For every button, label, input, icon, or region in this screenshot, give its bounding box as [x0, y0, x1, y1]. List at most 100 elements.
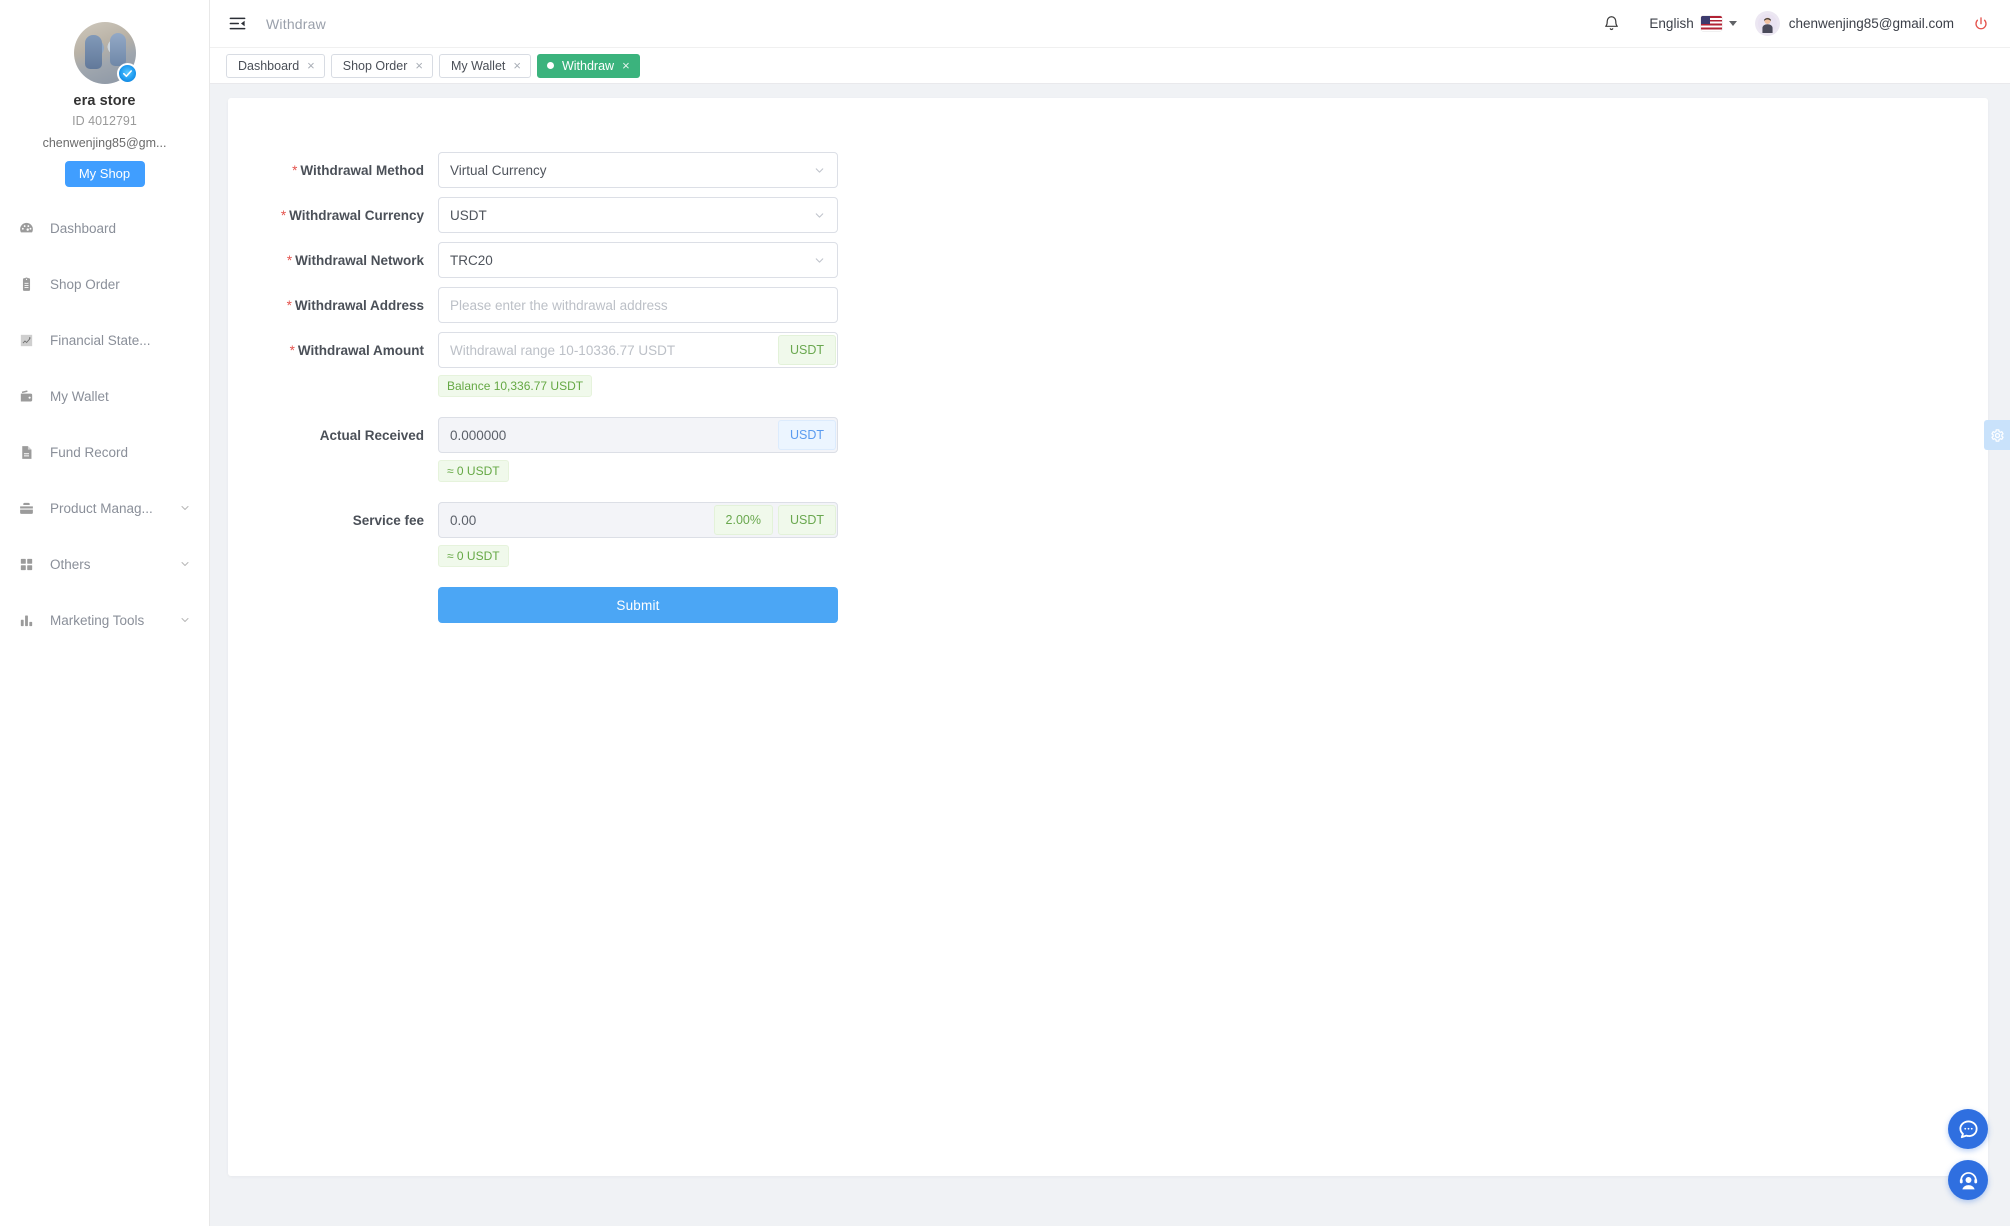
app-root: era store ID 4012791 chenwenjing85@gm...… [0, 0, 2010, 1226]
notification-bell-icon[interactable] [1595, 8, 1627, 40]
sidebar-item-shop-order[interactable]: Shop Order [0, 269, 209, 299]
row-withdrawal-address: *Withdrawal Address [228, 287, 1988, 323]
spacer [228, 397, 1988, 417]
spacer [228, 567, 1988, 587]
label-withdrawal-method: *Withdrawal Method [228, 152, 438, 180]
field-actual-received: 0.000000 USDT ≈ 0 USDT [438, 417, 838, 482]
withdrawal-amount-suffix: USDT [773, 333, 836, 367]
close-icon[interactable]: × [415, 59, 423, 72]
chat-bubble-button[interactable] [1948, 1109, 1988, 1149]
tab-shop-order[interactable]: Shop Order × [331, 54, 433, 78]
my-shop-button[interactable]: My Shop [65, 161, 145, 187]
label-submit-spacer [228, 587, 438, 597]
sidebar-item-financial-statement[interactable]: Financial State... [0, 325, 209, 355]
topbar: Withdraw English [210, 0, 2010, 48]
sidebar-item-marketing-tools[interactable]: Marketing Tools [0, 605, 209, 635]
sidebar-item-fund-record[interactable]: Fund Record [0, 437, 209, 467]
tab-my-wallet[interactable]: My Wallet × [439, 54, 531, 78]
sidebar-item-label: Shop Order [50, 277, 191, 292]
sidebar-item-label: Product Manag... [50, 501, 179, 516]
chevron-down-icon [813, 254, 826, 267]
withdrawal-currency-select[interactable]: USDT [438, 197, 838, 233]
row-submit: Submit [228, 587, 1988, 623]
spacer [228, 323, 1988, 332]
sidebar-item-dashboard[interactable]: Dashboard [0, 213, 209, 243]
withdraw-form-card: *Withdrawal Method Virtual Currency [228, 98, 1988, 1176]
required-asterisk: * [292, 163, 297, 178]
close-icon[interactable]: × [622, 59, 630, 72]
close-icon[interactable]: × [307, 59, 315, 72]
tab-label: Dashboard [238, 59, 299, 73]
label-text: Withdrawal Currency [289, 208, 424, 223]
row-withdrawal-currency: *Withdrawal Currency USDT [228, 197, 1988, 233]
field-withdrawal-method: Virtual Currency [438, 152, 838, 188]
page-title: Withdraw [266, 16, 326, 32]
withdrawal-amount-input-wrap[interactable]: USDT [438, 332, 838, 368]
user-menu[interactable]: chenwenjing85@gmail.com [1755, 11, 1954, 36]
chevron-down-icon [179, 502, 191, 514]
sidebar-item-others[interactable]: Others [0, 549, 209, 579]
sidebar-collapse-icon[interactable] [224, 11, 250, 37]
wallet-icon [16, 386, 36, 406]
balance-hint: Balance 10,336.77 USDT [438, 375, 592, 397]
currency-badge: USDT [778, 420, 836, 450]
customer-support-button[interactable] [1948, 1160, 1988, 1200]
field-withdrawal-currency: USDT [438, 197, 838, 233]
label-withdrawal-network: *Withdrawal Network [228, 242, 438, 270]
close-icon[interactable]: × [513, 59, 521, 72]
sidebar-item-product-management[interactable]: Product Manag... [0, 493, 209, 523]
sidebar-item-label: Marketing Tools [50, 613, 179, 628]
currency-badge: USDT [778, 335, 836, 365]
chevron-down-icon [179, 614, 191, 626]
row-withdrawal-amount: *Withdrawal Amount USDT Balance 10,336.7… [228, 332, 1988, 397]
document-icon [16, 442, 36, 462]
store-name: era store [0, 93, 209, 109]
briefcase-icon [16, 498, 36, 518]
sidebar-item-my-wallet[interactable]: My Wallet [0, 381, 209, 411]
label-withdrawal-amount: *Withdrawal Amount [228, 332, 438, 360]
required-asterisk: * [287, 298, 292, 313]
language-label: English [1649, 16, 1693, 31]
tab-withdraw[interactable]: Withdraw × [537, 54, 640, 78]
required-asterisk: * [287, 253, 292, 268]
label-actual-received: Actual Received [228, 417, 438, 445]
floating-action-buttons [1948, 1109, 1988, 1200]
actual-received-display: 0.000000 USDT [438, 417, 838, 453]
settings-drawer-toggle[interactable] [1984, 420, 2010, 450]
service-fee-rate-badge: 2.00% [714, 505, 773, 535]
row-actual-received: Actual Received 0.000000 USDT ≈ 0 USDT [228, 417, 1988, 482]
bar-chart-icon [16, 610, 36, 630]
sidebar-item-label: Others [50, 557, 179, 572]
selected-value: USDT [450, 208, 487, 223]
submit-button[interactable]: Submit [438, 587, 838, 623]
field-withdrawal-address [438, 287, 838, 323]
logout-power-icon[interactable] [1968, 11, 1994, 37]
service-fee-suffix: 2.00% USDT [709, 503, 836, 537]
withdrawal-method-select[interactable]: Virtual Currency [438, 152, 838, 188]
tab-dashboard[interactable]: Dashboard × [226, 54, 325, 78]
chevron-down-icon [813, 209, 826, 222]
dashboard-icon [16, 218, 36, 238]
currency-badge: USDT [778, 505, 836, 535]
language-selector[interactable]: English [1649, 16, 1736, 31]
sidebar: era store ID 4012791 chenwenjing85@gm...… [0, 0, 210, 1226]
row-withdrawal-network: *Withdrawal Network TRC20 [228, 242, 1988, 278]
withdrawal-amount-input[interactable] [439, 333, 773, 367]
service-fee-display: 0.00 2.00% USDT [438, 502, 838, 538]
row-withdrawal-method: *Withdrawal Method Virtual Currency [228, 152, 1988, 188]
withdrawal-address-input[interactable] [439, 288, 837, 322]
sidebar-item-label: Fund Record [50, 445, 191, 460]
store-profile: era store ID 4012791 chenwenjing85@gm...… [0, 0, 209, 187]
withdrawal-network-select[interactable]: TRC20 [438, 242, 838, 278]
actual-received-suffix: USDT [773, 418, 836, 452]
sidebar-item-label: Dashboard [50, 221, 191, 236]
user-email: chenwenjing85@gmail.com [1789, 16, 1954, 31]
topbar-right: English chenwenji [1595, 8, 1994, 40]
avatar [1755, 11, 1780, 36]
actual-received-value: 0.000000 [439, 428, 517, 443]
main-area: Withdraw English [210, 0, 2010, 1226]
sidebar-item-label: Financial State... [50, 333, 191, 348]
field-withdrawal-network: TRC20 [438, 242, 838, 278]
label-withdrawal-address: *Withdrawal Address [228, 287, 438, 315]
withdrawal-address-input-wrap[interactable] [438, 287, 838, 323]
